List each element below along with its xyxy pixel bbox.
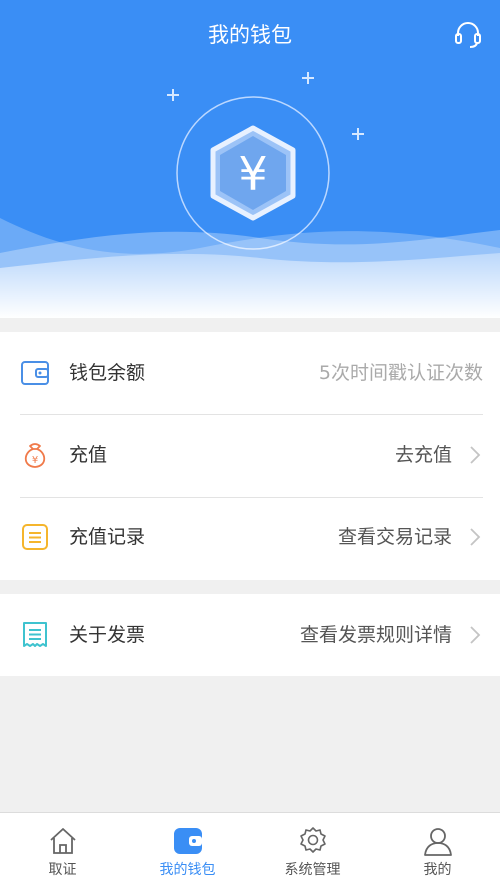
recharge-row[interactable]: ¥ 充值 去充值 bbox=[0, 414, 500, 496]
wallet-balance-label: 钱包余额 bbox=[69, 362, 146, 384]
user-icon bbox=[423, 828, 452, 856]
recharge-records-link[interactable]: 查看交易记录 bbox=[338, 496, 452, 578]
tab-me[interactable]: 我的 bbox=[375, 813, 500, 888]
receipt-icon bbox=[23, 622, 47, 647]
wave-decoration bbox=[0, 218, 500, 318]
tab-evidence[interactable]: 取证 bbox=[0, 813, 125, 888]
recharge-records-row[interactable]: 充值记录 查看交易记录 bbox=[0, 496, 500, 578]
document-list-icon bbox=[22, 524, 48, 550]
page-title: 我的钱包 bbox=[208, 23, 292, 47]
wallet-header: ¥ 我的钱包 bbox=[0, 0, 500, 318]
wallet-icon bbox=[173, 828, 202, 854]
sparkle-icon bbox=[167, 72, 364, 140]
svg-text:¥: ¥ bbox=[32, 455, 38, 466]
tab-me-label: 我的 bbox=[423, 862, 452, 878]
bottom-tab-bar: 取证 我的钱包 系统管理 我的 bbox=[0, 812, 500, 888]
tab-system-management[interactable]: 系统管理 bbox=[250, 813, 375, 888]
gear-icon bbox=[299, 827, 326, 853]
chevron-right-icon bbox=[470, 446, 481, 464]
tab-my-wallet[interactable]: 我的钱包 bbox=[125, 813, 250, 888]
headset-icon[interactable] bbox=[452, 18, 484, 50]
wallet-balance-value: 5次时间戳认证次数 bbox=[318, 362, 483, 384]
invoice-label: 关于发票 bbox=[69, 624, 146, 646]
wallet-balance-row[interactable]: 钱包余额 5次时间戳认证次数 bbox=[0, 332, 500, 414]
recharge-label: 充值 bbox=[69, 444, 108, 466]
invoice-rules-link[interactable]: 查看发票规则详情 bbox=[300, 594, 452, 676]
invoice-section: 关于发票 查看发票规则详情 bbox=[0, 594, 500, 676]
chevron-right-icon bbox=[470, 626, 481, 644]
home-icon bbox=[49, 828, 76, 854]
tab-evidence-label: 取证 bbox=[48, 862, 77, 878]
currency-symbol: ¥ bbox=[238, 147, 267, 201]
wallet-section: 钱包余额 5次时间戳认证次数 ¥ 充值 去充值 充值记录 查看交易记录 bbox=[0, 332, 500, 580]
recharge-records-label: 充值记录 bbox=[69, 526, 146, 548]
chevron-right-icon bbox=[470, 528, 481, 546]
yen-badge-icon: ¥ bbox=[210, 125, 296, 221]
tab-system-management-label: 系统管理 bbox=[284, 862, 341, 878]
wallet-icon bbox=[21, 361, 49, 385]
recharge-link[interactable]: 去充值 bbox=[395, 414, 452, 496]
tab-my-wallet-label: 我的钱包 bbox=[159, 862, 216, 878]
money-bag-icon: ¥ bbox=[24, 443, 46, 468]
invoice-row[interactable]: 关于发票 查看发票规则详情 bbox=[0, 594, 500, 676]
